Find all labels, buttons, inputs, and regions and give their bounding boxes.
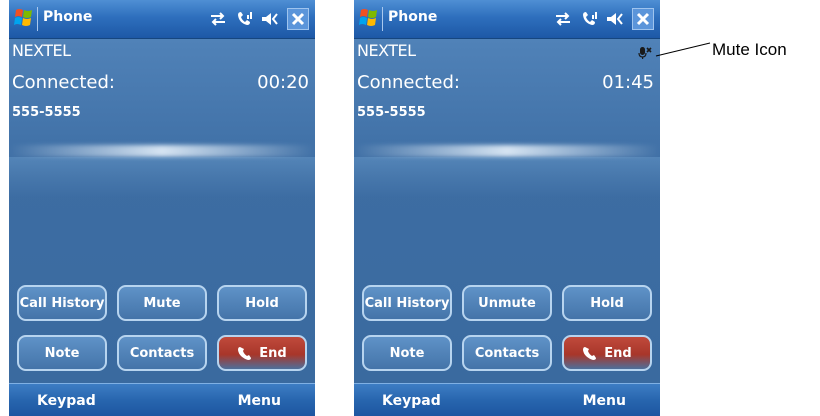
unmute-label: Unmute [478, 295, 536, 311]
speaker-volume-icon[interactable] [605, 9, 625, 29]
softkey-keypad[interactable]: Keypad [382, 393, 441, 409]
phone-number: 555-5555 [12, 105, 81, 120]
call-timer: 00:20 [257, 72, 309, 93]
windows-flag-icon[interactable] [13, 6, 35, 30]
call-status: Connected: [12, 72, 115, 93]
title-separator [382, 7, 383, 31]
windows-flag-icon[interactable] [358, 6, 380, 30]
contacts-label: Contacts [129, 345, 195, 361]
call-timer: 01:45 [602, 72, 654, 93]
hold-label: Hold [590, 295, 624, 311]
hold-button[interactable]: Hold [562, 285, 652, 321]
phone-signal-icon[interactable] [234, 9, 254, 29]
connectivity-arrows-icon[interactable] [553, 9, 573, 29]
end-call-label: End [604, 345, 632, 361]
softkey-menu[interactable]: Menu [238, 393, 281, 409]
app-title: Phone [388, 9, 438, 25]
mute-label: Mute [143, 295, 181, 311]
callout-label: Mute Icon [712, 40, 787, 59]
title-bar: Phone [9, 0, 315, 39]
end-call-label: End [259, 345, 287, 361]
hold-button[interactable]: Hold [217, 285, 307, 321]
close-button[interactable] [287, 8, 309, 30]
unmute-button[interactable]: Unmute [462, 285, 552, 321]
note-label: Note [389, 345, 425, 361]
note-button[interactable]: Note [17, 335, 107, 371]
softkey-keypad[interactable]: Keypad [37, 393, 96, 409]
phone-screen-muted: Phone NEXTEL Connected: 01:45 555-5555 C… [354, 0, 660, 416]
microphone-muted-icon [638, 47, 652, 59]
note-button[interactable]: Note [362, 335, 452, 371]
phone-handset-icon [238, 347, 252, 360]
phone-signal-icon[interactable] [579, 9, 599, 29]
carrier-name: NEXTEL [357, 41, 416, 60]
connectivity-arrows-icon[interactable] [208, 9, 228, 29]
phone-number: 555-5555 [357, 105, 426, 120]
hold-label: Hold [245, 295, 279, 311]
horizon-reflection [354, 157, 660, 197]
carrier-name: NEXTEL [12, 41, 71, 60]
close-icon [291, 12, 305, 26]
phone-handset-icon [583, 347, 597, 360]
close-button[interactable] [632, 8, 654, 30]
end-call-button[interactable]: End [217, 335, 307, 371]
call-status: Connected: [357, 72, 460, 93]
phone-screen-in-call: Phone NEXTEL Connected: 00:20 555-5555 C… [9, 0, 315, 416]
call-area: NEXTEL Connected: 01:45 555-5555 [354, 39, 660, 383]
contacts-button[interactable]: Contacts [117, 335, 207, 371]
call-history-button[interactable]: Call History [17, 285, 107, 321]
horizon-glow [9, 145, 315, 157]
call-history-button[interactable]: Call History [362, 285, 452, 321]
call-area: NEXTEL Connected: 00:20 555-5555 [9, 39, 315, 383]
end-call-button[interactable]: End [562, 335, 652, 371]
close-icon [636, 12, 650, 26]
contacts-button[interactable]: Contacts [462, 335, 552, 371]
horizon-reflection [9, 157, 315, 197]
soft-key-bar: Keypad Menu [9, 383, 315, 416]
soft-key-bar: Keypad Menu [354, 383, 660, 416]
mute-button[interactable]: Mute [117, 285, 207, 321]
app-title: Phone [43, 9, 93, 25]
call-history-label: Call History [19, 295, 105, 311]
contacts-label: Contacts [474, 345, 540, 361]
call-history-label: Call History [364, 295, 450, 311]
title-separator [37, 7, 38, 31]
horizon-glow [354, 145, 660, 157]
speaker-volume-icon[interactable] [260, 9, 280, 29]
softkey-menu[interactable]: Menu [583, 393, 626, 409]
title-bar: Phone [354, 0, 660, 39]
note-label: Note [44, 345, 80, 361]
